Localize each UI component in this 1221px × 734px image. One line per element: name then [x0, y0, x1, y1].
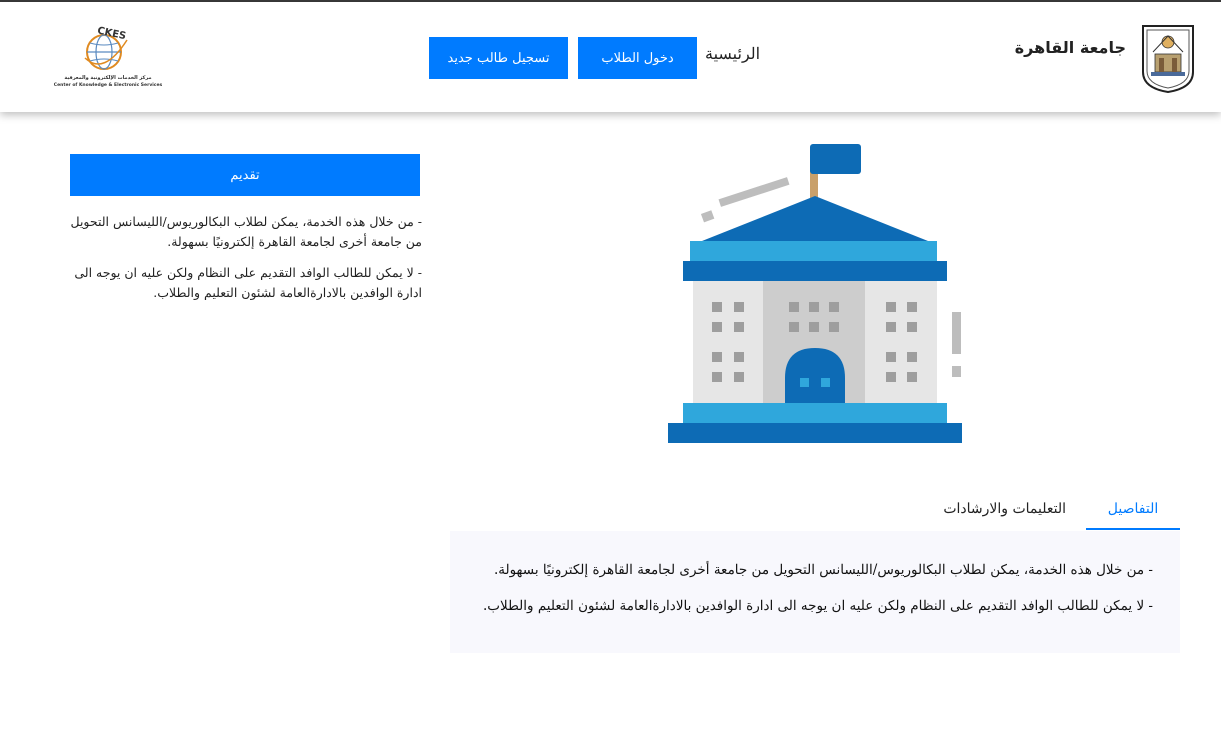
details-panel: - من خلال هذه الخدمة، يمكن لطلاب البكالو…	[450, 531, 1180, 653]
sidebar-description: - من خلال هذه الخدمة، يمكن لطلاب البكالو…	[70, 212, 422, 314]
details-paragraph: - لا يمكن للطالب الوافد التقديم على النظ…	[483, 598, 1153, 614]
sidebar-paragraph: - من خلال هذه الخدمة، يمكن لطلاب البكالو…	[70, 214, 422, 249]
register-student-button[interactable]: تسجيل طالب جديد	[429, 37, 568, 79]
university-building-icon	[668, 144, 962, 443]
info-tabs: التفاصيل التعليمات والارشادات	[450, 490, 1180, 530]
ckes-arabic-name: مركز الخدمات الإلكترونية والمعرفية	[64, 75, 152, 81]
student-login-button[interactable]: دخول الطلاب	[578, 37, 697, 79]
globe-icon[interactable]: CKES	[55, 24, 161, 92]
sidebar-paragraph: - لا يمكن للطالب الوافد التقديم على النظ…	[74, 265, 422, 300]
site-header: جامعة القاهرة الرئيسية دخول الطلاب تسجيل…	[0, 2, 1221, 112]
cairo-university-crest-icon[interactable]	[1141, 24, 1195, 94]
university-name: جامعة القاهرة	[1014, 38, 1126, 57]
apply-button[interactable]: تقديم	[70, 154, 420, 196]
details-paragraph: - من خلال هذه الخدمة، يمكن لطلاب البكالو…	[493, 562, 1153, 578]
tab-instructions[interactable]: التعليمات والارشادات	[943, 490, 1066, 528]
nav-home-link[interactable]: الرئيسية	[705, 44, 760, 63]
ckes-acronym: CKES	[96, 25, 127, 42]
ckes-english-name: Center of Knowledge & Electronic Service…	[53, 83, 163, 88]
tab-details[interactable]: التفاصيل	[1086, 490, 1180, 530]
details-text: - من خلال هذه الخدمة، يمكن لطلاب البكالو…	[463, 559, 1153, 631]
